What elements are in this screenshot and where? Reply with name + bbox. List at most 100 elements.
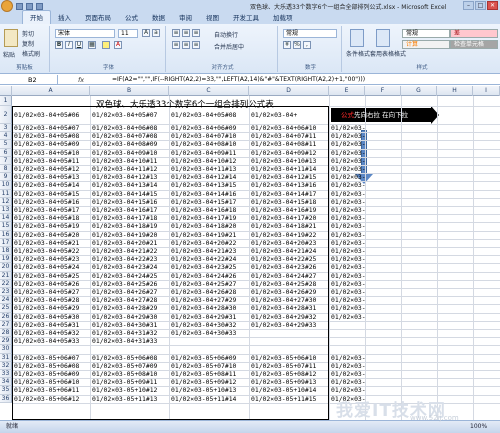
cell-e9[interactable]: 01/02×03-04+12#16 <box>329 173 365 181</box>
row-header-7[interactable]: 7 <box>0 156 12 165</box>
border-icon[interactable]: ▦ <box>88 41 96 49</box>
align-bottom-icon[interactable]: ≡ <box>192 29 200 37</box>
cell-e33[interactable]: 01/02×03-05+08#13 <box>329 370 365 378</box>
format-painter-button[interactable]: 格式刷 <box>22 49 40 58</box>
undo-icon[interactable] <box>26 2 33 10</box>
merge-center-button[interactable]: 合并后居中 <box>214 42 244 51</box>
cell-e5[interactable]: 01/02×03-04+08#12 <box>329 140 365 148</box>
row-header-3[interactable]: 3 <box>0 124 12 133</box>
paste-button[interactable]: 粘贴 <box>3 50 15 59</box>
row-header-26[interactable]: 26 <box>0 312 12 321</box>
row-header-24[interactable]: 24 <box>0 296 12 305</box>
cell-e13[interactable]: 01/02×03-04+16#20 <box>329 206 365 214</box>
cell-e20[interactable]: 01/02×03-04+23#27 <box>329 263 365 271</box>
row-header-22[interactable]: 22 <box>0 279 12 288</box>
paste-icon[interactable] <box>4 29 18 47</box>
font-name-select[interactable]: 宋体 <box>55 29 115 38</box>
column-header-i[interactable]: I <box>473 86 500 96</box>
align-middle-icon[interactable]: ≡ <box>182 29 190 37</box>
row-header-29[interactable]: 29 <box>0 337 12 346</box>
row-header-13[interactable]: 13 <box>0 206 12 215</box>
row-header-6[interactable]: 6 <box>0 148 12 157</box>
tab-page-layout[interactable]: 页面布局 <box>78 11 118 24</box>
align-center-icon[interactable]: ≡ <box>182 41 190 49</box>
row-header-1[interactable]: 1 <box>0 96 12 106</box>
table-format-icon[interactable] <box>376 29 390 47</box>
row-header-5[interactable]: 5 <box>0 140 12 149</box>
cell-e14[interactable]: 01/02×03-04+17#21 <box>329 214 365 222</box>
cell-e34[interactable]: 01/02×03-05+09#14 <box>329 378 365 386</box>
cell-e35[interactable]: 01/02×03-05+10#15 <box>329 386 365 394</box>
cell-e17[interactable]: 01/02×03-04+20#24 <box>329 239 365 247</box>
row-header-31[interactable]: 31 <box>0 353 12 362</box>
align-right-icon[interactable]: ≡ <box>192 41 200 49</box>
row-header-8[interactable]: 8 <box>0 165 12 174</box>
column-header-f[interactable]: F <box>365 86 401 96</box>
column-header-b[interactable]: B <box>90 86 169 96</box>
cell-e18[interactable]: 01/02×03-04+21#25 <box>329 247 365 255</box>
office-button[interactable] <box>1 0 13 12</box>
cell-e32[interactable]: 01/02×03-05+07#12 <box>329 362 365 370</box>
row-header-2[interactable]: 2 <box>0 106 12 124</box>
row-header-35[interactable]: 35 <box>0 386 12 395</box>
cell-e7[interactable]: 01/02×03-04+10#14 <box>329 157 365 165</box>
cell-e31[interactable]: 01/02×03-05+06#10 <box>329 354 365 362</box>
cell-e15[interactable]: 01/02×03-04+18#22 <box>329 222 365 230</box>
row-header-12[interactable]: 12 <box>0 197 12 206</box>
row-header-4[interactable]: 4 <box>0 132 12 141</box>
cell-e16[interactable]: 01/02×03-04+19#23 <box>329 231 365 239</box>
row-header-9[interactable]: 9 <box>0 173 12 182</box>
style-calculation[interactable]: 计算 <box>402 40 450 49</box>
cell-e24[interactable]: 01/02×03-04+27#31 <box>329 296 365 304</box>
row-header-25[interactable]: 25 <box>0 304 12 313</box>
style-check-cell[interactable]: 检查单元格 <box>450 40 498 49</box>
cell-e2[interactable] <box>329 106 365 124</box>
row-header-27[interactable]: 27 <box>0 320 12 329</box>
cell-e19[interactable]: 01/02×03-04+22#26 <box>329 255 365 263</box>
currency-icon[interactable]: ¥ <box>283 41 291 49</box>
copy-button[interactable]: 复制 <box>22 39 34 48</box>
column-header-d[interactable]: D <box>249 86 329 96</box>
bold-icon[interactable]: B <box>55 41 63 49</box>
fill-color-icon[interactable] <box>102 41 110 49</box>
style-normal[interactable]: 常规 <box>402 29 450 38</box>
cell-e8[interactable]: 01/02×03-04+11#15 <box>329 165 365 173</box>
minimize-button[interactable]: – <box>463 1 474 10</box>
close-button[interactable]: ✕ <box>487 1 498 10</box>
conditional-format-icon[interactable] <box>350 29 364 47</box>
column-header-e[interactable]: E <box>329 86 365 96</box>
tab-developer[interactable]: 开发工具 <box>226 11 266 24</box>
column-header-g[interactable]: G <box>401 86 437 96</box>
row-header-10[interactable]: 10 <box>0 181 12 190</box>
cell-e28[interactable] <box>329 329 365 337</box>
row-header-18[interactable]: 18 <box>0 247 12 256</box>
row-header-11[interactable]: 11 <box>0 189 12 198</box>
cell-e26[interactable]: 01/02×03-04+28#33 <box>329 313 365 321</box>
cut-button[interactable]: 剪切 <box>22 29 34 38</box>
save-icon[interactable] <box>16 2 23 10</box>
tab-formulas[interactable]: 公式 <box>118 11 145 24</box>
cell-e30[interactable] <box>329 345 365 353</box>
tab-review[interactable]: 审阅 <box>172 11 199 24</box>
row-header-34[interactable]: 34 <box>0 378 12 387</box>
cell-e22[interactable]: 01/02×03-04+25#29 <box>329 280 365 288</box>
formula-input[interactable]: =IF(A2="","",IF(--RIGHT(A2,2)=33,"",LEFT… <box>112 75 365 85</box>
tab-view[interactable]: 视图 <box>199 11 226 24</box>
row-header-30[interactable]: 30 <box>0 345 12 354</box>
column-header-c[interactable]: C <box>169 86 249 96</box>
column-header-a[interactable]: A <box>12 86 90 96</box>
font-color-icon[interactable]: A <box>114 41 122 49</box>
maximize-button[interactable]: □ <box>475 1 486 10</box>
row-header-32[interactable]: 32 <box>0 361 12 370</box>
row-header-36[interactable]: 36 <box>0 394 12 403</box>
percent-icon[interactable]: % <box>293 41 301 49</box>
cell-e6[interactable]: 01/02×03-04+09#13 <box>329 149 365 157</box>
row-header-21[interactable]: 21 <box>0 271 12 280</box>
row-header-14[interactable]: 14 <box>0 214 12 223</box>
name-box[interactable]: B2 <box>0 75 58 85</box>
style-bad[interactable]: 差 <box>450 29 498 38</box>
tab-addins[interactable]: 加载项 <box>266 11 300 24</box>
row-header-23[interactable]: 23 <box>0 288 12 297</box>
row-header-16[interactable]: 16 <box>0 230 12 239</box>
tab-data[interactable]: 数据 <box>145 11 172 24</box>
